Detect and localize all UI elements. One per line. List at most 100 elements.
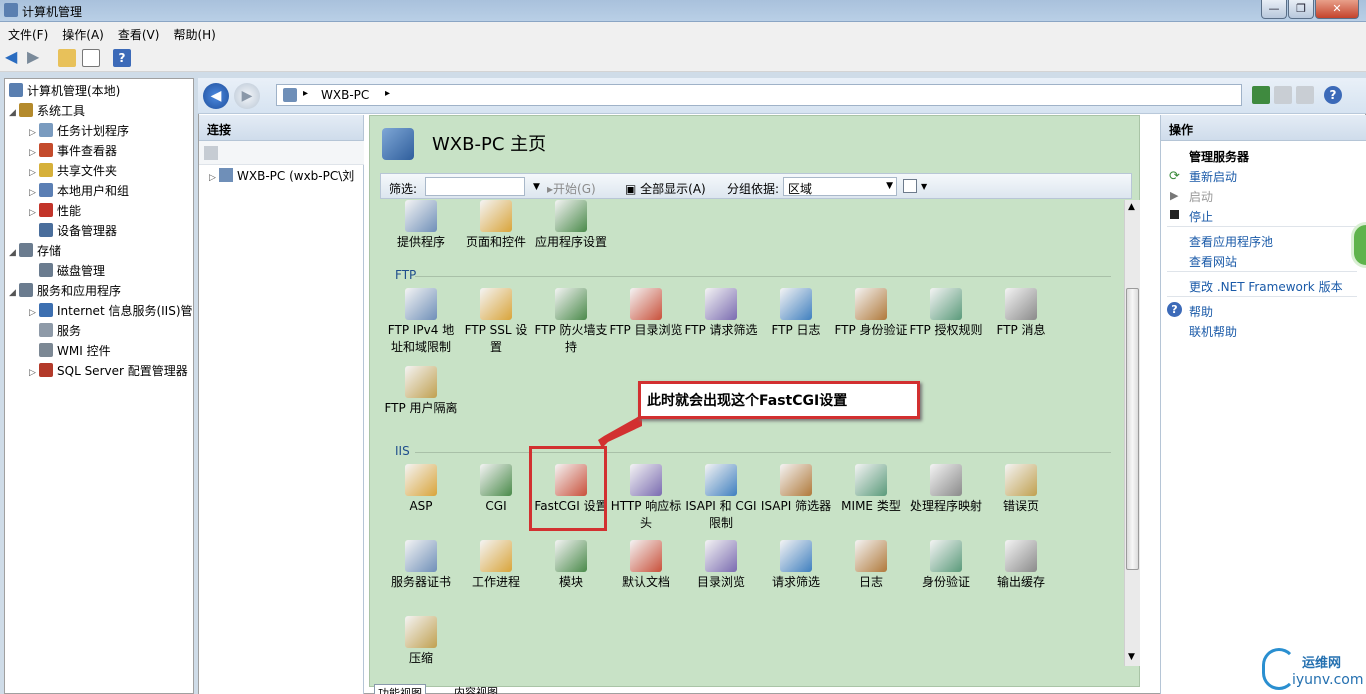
collapsed-arrow-icon[interactable]: ▷ bbox=[29, 148, 39, 158]
feature-item[interactable]: 默认文档 bbox=[609, 540, 683, 591]
back-arrow-icon[interactable]: ◀ bbox=[5, 49, 23, 67]
expanded-arrow-icon[interactable]: ◢ bbox=[9, 248, 19, 258]
address-path-box[interactable]: ▸ WXB-PC ▸ bbox=[276, 84, 1242, 106]
feature-label: 日志 bbox=[858, 575, 883, 589]
show-all-button[interactable]: ▣ 全部显示(A) bbox=[625, 180, 706, 197]
feature-item[interactable]: 目录浏览 bbox=[684, 540, 758, 591]
scroll-thumb[interactable] bbox=[1126, 288, 1139, 570]
feature-item[interactable]: 压缩 bbox=[384, 616, 458, 667]
feature-item[interactable]: FTP 日志 bbox=[759, 288, 833, 339]
feature-item[interactable]: 日志 bbox=[834, 540, 908, 591]
minimize-button[interactable]: — bbox=[1261, 0, 1287, 19]
tree-item[interactable]: 服务 bbox=[29, 322, 81, 340]
tree-item[interactable]: ▷ SQL Server 配置管理器 bbox=[29, 362, 188, 380]
tree-item[interactable]: WMI 控件 bbox=[29, 342, 111, 360]
group-by-select[interactable]: 区域 ▼ bbox=[783, 177, 897, 196]
tree-item[interactable]: ◢ 服务和应用程序 bbox=[9, 282, 121, 300]
feature-item[interactable]: FTP 授权规则 bbox=[909, 288, 983, 339]
feature-item[interactable]: 错误页 bbox=[984, 464, 1058, 515]
tree-node-icon bbox=[19, 243, 33, 257]
scroll-down-arrow-icon[interactable]: ▼ bbox=[1128, 652, 1135, 662]
forward-arrow-icon[interactable]: ▶ bbox=[27, 49, 45, 67]
view-mode-dropdown-icon[interactable]: ▼ bbox=[921, 182, 927, 191]
feature-item[interactable]: FTP 消息 bbox=[984, 288, 1058, 339]
tree-item[interactable]: 磁盘管理 bbox=[29, 262, 105, 280]
feature-item[interactable]: 服务器证书 bbox=[384, 540, 458, 591]
tree-item[interactable]: ▷ Internet 信息服务(IIS)管 bbox=[29, 302, 193, 320]
view-sites-link[interactable]: 查看网站 bbox=[1189, 253, 1237, 270]
feature-item[interactable]: HTTP 响应标头 bbox=[609, 464, 683, 532]
feature-item[interactable]: FTP 目录浏览 bbox=[609, 288, 683, 339]
path-segment[interactable]: WXB-PC bbox=[321, 88, 369, 102]
help-dropdown-icon[interactable]: ? bbox=[1324, 86, 1342, 104]
feature-item[interactable]: FTP IPv4 地址和域限制 bbox=[384, 288, 458, 356]
tree-item[interactable]: ▷ 本地用户和组 bbox=[29, 182, 129, 200]
filter-input[interactable] bbox=[425, 177, 525, 196]
back-button[interactable]: ◀ bbox=[203, 83, 229, 109]
feature-item[interactable]: 处理程序映射 bbox=[909, 464, 983, 515]
menu-file[interactable]: 文件(F) bbox=[0, 22, 54, 43]
feature-item[interactable]: 请求筛选 bbox=[759, 540, 833, 591]
feature-item[interactable]: 页面和控件 bbox=[459, 200, 533, 251]
expanded-arrow-icon[interactable]: ◢ bbox=[9, 108, 19, 118]
connection-node[interactable]: ▷ WXB-PC (wxb-PC\刘 bbox=[209, 167, 363, 184]
up-folder-icon[interactable] bbox=[58, 49, 76, 67]
collapsed-arrow-icon[interactable]: ▷ bbox=[29, 208, 39, 218]
feature-item[interactable]: CGI bbox=[459, 464, 533, 515]
expanded-arrow-icon[interactable]: ◢ bbox=[9, 288, 19, 298]
tree-item[interactable]: ▷ 性能 bbox=[29, 202, 81, 220]
tree-item[interactable]: ◢ 系统工具 bbox=[9, 102, 85, 120]
vertical-scrollbar[interactable]: ▲ ▼ bbox=[1124, 200, 1140, 666]
scroll-up-arrow-icon[interactable]: ▲ bbox=[1128, 202, 1135, 212]
forward-button[interactable]: ▶ bbox=[234, 83, 260, 109]
maximize-button[interactable]: ❐ bbox=[1288, 0, 1314, 19]
collapsed-arrow-icon[interactable]: ▷ bbox=[29, 168, 39, 178]
feature-item[interactable]: ASP bbox=[384, 464, 458, 515]
tree-item[interactable]: ▷ 共享文件夹 bbox=[29, 162, 117, 180]
collapsed-arrow-icon[interactable]: ▷ bbox=[29, 368, 39, 378]
menu-action[interactable]: 操作(A) bbox=[54, 22, 110, 43]
feature-item[interactable]: FTP 防火墙支持 bbox=[534, 288, 608, 356]
new-connection-icon[interactable] bbox=[204, 146, 218, 160]
stop-icon[interactable] bbox=[1274, 86, 1292, 104]
feature-item[interactable]: FTP 请求筛选 bbox=[684, 288, 758, 339]
close-button[interactable]: ✕ bbox=[1315, 0, 1359, 19]
tab-content-view[interactable]: 内容视图 bbox=[454, 684, 498, 694]
tab-features-view[interactable]: 功能视图 bbox=[374, 684, 426, 694]
path-separator[interactable]: ▸ bbox=[385, 88, 390, 99]
feature-item[interactable]: 输出缓存 bbox=[984, 540, 1058, 591]
feature-item[interactable]: 工作进程 bbox=[459, 540, 533, 591]
help-link[interactable]: 帮助 bbox=[1189, 303, 1213, 320]
collapsed-arrow-icon[interactable]: ▷ bbox=[29, 308, 39, 318]
collapsed-arrow-icon[interactable]: ▷ bbox=[29, 128, 39, 138]
restart-link[interactable]: 重新启动 bbox=[1189, 168, 1237, 185]
menu-help[interactable]: 帮助(H) bbox=[165, 22, 221, 43]
filter-dropdown-icon[interactable]: ▼ bbox=[533, 182, 540, 192]
collapsed-arrow-icon[interactable]: ▷ bbox=[29, 188, 39, 198]
view-app-pools-link[interactable]: 查看应用程序池 bbox=[1189, 233, 1273, 250]
tree-item[interactable]: ◢ 存储 bbox=[9, 242, 61, 260]
home-icon[interactable] bbox=[1296, 86, 1314, 104]
change-dotnet-version-link[interactable]: 更改 .NET Framework 版本 bbox=[1189, 278, 1343, 295]
feature-item[interactable]: FTP 身份验证 bbox=[834, 288, 908, 339]
feature-item[interactable]: ISAPI 和 CGI 限制 bbox=[684, 464, 758, 532]
stop-link[interactable]: 停止 bbox=[1189, 208, 1213, 225]
feature-item[interactable]: FTP 用户隔离 bbox=[384, 366, 458, 417]
feature-item[interactable]: ISAPI 筛选器 bbox=[759, 464, 833, 515]
tree-item[interactable]: ▷ 任务计划程序 bbox=[29, 122, 129, 140]
menu-view[interactable]: 查看(V) bbox=[110, 22, 166, 43]
feature-item[interactable]: 应用程序设置 bbox=[534, 200, 608, 251]
feature-item[interactable]: 身份验证 bbox=[909, 540, 983, 591]
tree-item[interactable]: 设备管理器 bbox=[29, 222, 117, 240]
feature-item[interactable]: 模块 bbox=[534, 540, 608, 591]
show-hide-tree-icon[interactable] bbox=[82, 49, 100, 67]
feature-item[interactable]: MIME 类型 bbox=[834, 464, 908, 515]
refresh-icon[interactable] bbox=[1252, 86, 1270, 104]
online-help-link[interactable]: 联机帮助 bbox=[1189, 323, 1237, 340]
tree-item[interactable]: ▷ 事件查看器 bbox=[29, 142, 117, 160]
feature-item[interactable]: 提供程序 bbox=[384, 200, 458, 251]
help-icon[interactable]: ? bbox=[113, 49, 131, 67]
feature-item[interactable]: FTP SSL 设置 bbox=[459, 288, 533, 356]
tree-root[interactable]: 计算机管理(本地) bbox=[9, 82, 120, 100]
view-mode-icon[interactable] bbox=[903, 179, 917, 193]
